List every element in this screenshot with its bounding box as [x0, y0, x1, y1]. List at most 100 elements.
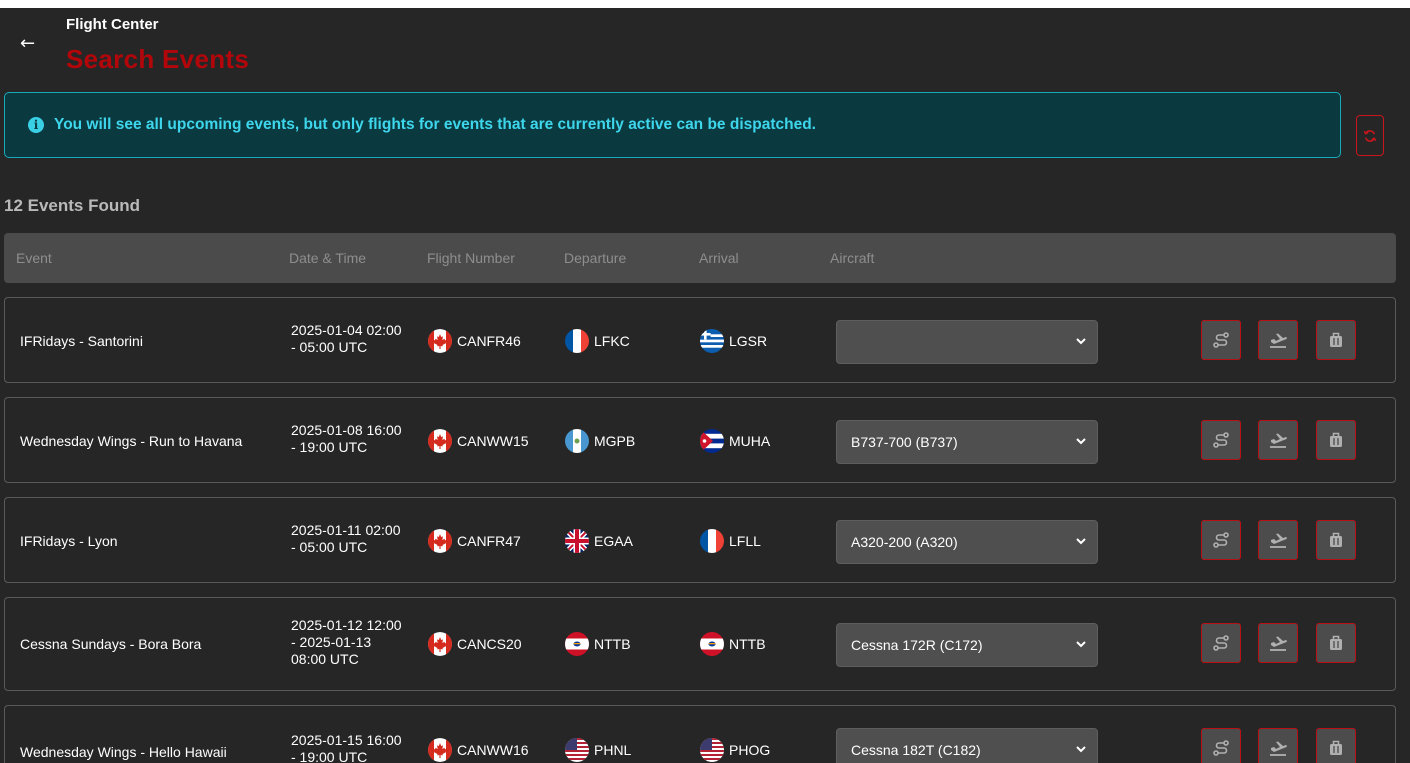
route-button[interactable] — [1201, 623, 1241, 663]
plane-departure-icon — [1269, 432, 1288, 448]
dispatch-button[interactable] — [1258, 728, 1298, 763]
event-name: IFRidays - Santorini — [20, 333, 143, 349]
arrival-code: PHOG — [729, 742, 771, 758]
table-row: Wednesday Wings - Hello Hawaii 2025-01-1… — [4, 705, 1396, 763]
luggage-button[interactable] — [1316, 320, 1356, 360]
united-states-flag-icon — [565, 738, 589, 762]
datetime-line: - 19:00 UTC — [291, 749, 368, 763]
luggage-icon — [1329, 635, 1343, 651]
flight-number: CANWW16 — [428, 738, 529, 762]
cuba-flag-icon — [700, 429, 724, 453]
info-alert: i You will see all upcoming events, but … — [4, 92, 1341, 158]
chevron-down-icon — [1076, 338, 1086, 345]
aircraft-selected-value: B737-700 (B737) — [851, 434, 958, 450]
departure: EGAA — [565, 529, 633, 553]
dispatch-button[interactable] — [1258, 520, 1298, 560]
luggage-icon — [1329, 332, 1343, 348]
luggage-icon — [1329, 532, 1343, 548]
datetime-line: 2025-01-08 16:00 — [291, 422, 402, 438]
datetime-line: 2025-01-15 16:00 — [291, 732, 402, 748]
departure-code: NTTB — [594, 636, 631, 652]
datetime-line: 08:00 UTC — [291, 651, 359, 667]
plane-departure-icon — [1269, 635, 1288, 651]
flight-number-text: CANWW15 — [457, 433, 529, 449]
flight-number: CANFR47 — [428, 529, 521, 553]
event-datetime: 2025-01-08 16:00 - 19:00 UTC — [291, 422, 423, 456]
dispatch-button[interactable] — [1258, 320, 1298, 360]
luggage-button[interactable] — [1316, 520, 1356, 560]
arrival-code: MUHA — [729, 433, 771, 449]
arrival-code: LGSR — [729, 333, 768, 349]
event-name: IFRidays - Lyon — [20, 533, 118, 549]
back-arrow-icon[interactable]: ← — [20, 35, 35, 53]
french-polynesia-flag-icon — [565, 632, 589, 656]
refresh-button[interactable] — [1356, 115, 1384, 156]
datetime-line: 2025-01-12 12:00 — [291, 617, 402, 633]
dispatch-button[interactable] — [1258, 420, 1298, 460]
datetime-line: - 05:00 UTC — [291, 339, 368, 355]
luggage-icon — [1329, 432, 1343, 448]
table-header: Event Date & Time Flight Number Departur… — [4, 233, 1396, 283]
aircraft-select[interactable]: Cessna 182T (C182) — [836, 728, 1098, 763]
route-button[interactable] — [1201, 520, 1241, 560]
plane-departure-icon — [1269, 532, 1288, 548]
departure-code: EGAA — [594, 533, 633, 549]
aircraft-select[interactable]: A320-200 (A320) — [836, 520, 1098, 564]
datetime-line: 2025-01-11 02:00 — [291, 522, 401, 538]
flight-number-text: CANFR47 — [457, 533, 521, 549]
top-bar — [0, 0, 1410, 8]
flight-number: CANFR46 — [428, 329, 521, 353]
event-datetime: 2025-01-15 16:00 - 19:00 UTC — [291, 732, 423, 763]
arrival: NTTB — [700, 632, 766, 656]
united-states-flag-icon — [700, 738, 724, 762]
column-header-aircraft: Aircraft — [830, 250, 875, 266]
flight-number-text: CANCS20 — [457, 636, 522, 652]
luggage-icon — [1329, 740, 1343, 756]
chevron-down-icon — [1076, 538, 1086, 545]
route-button[interactable] — [1201, 320, 1241, 360]
route-icon — [1213, 635, 1229, 651]
arrival: MUHA — [700, 429, 770, 453]
arrival-code: NTTB — [729, 636, 766, 652]
dispatch-button[interactable] — [1258, 623, 1298, 663]
luggage-button[interactable] — [1316, 623, 1356, 663]
event-datetime: 2025-01-04 02:00 - 05:00 UTC — [291, 322, 423, 356]
datetime-line: - 05:00 UTC — [291, 539, 368, 555]
departure-code: MGPB — [594, 433, 636, 449]
arrival: LGSR — [700, 329, 767, 353]
alert-text: You will see all upcoming events, but on… — [54, 116, 816, 133]
event-name: Wednesday Wings - Run to Havana — [20, 433, 243, 449]
aircraft-selected-value: Cessna 182T (C182) — [851, 742, 981, 758]
guatemala-flag-icon — [565, 429, 589, 453]
results-count: 12 Events Found — [4, 196, 141, 215]
event-datetime: 2025-01-12 12:00 - 2025-01-13 08:00 UTC — [291, 617, 423, 668]
canada-flag-icon — [428, 529, 452, 553]
luggage-button[interactable] — [1316, 728, 1356, 763]
route-button[interactable] — [1201, 728, 1241, 763]
arrival: LFLL — [700, 529, 761, 553]
column-header-event: Event — [16, 250, 52, 266]
luggage-button[interactable] — [1316, 420, 1356, 460]
datetime-line: - 2025-01-13 — [291, 634, 372, 650]
departure: LFKC — [565, 329, 630, 353]
route-icon — [1213, 332, 1229, 348]
canada-flag-icon — [428, 429, 452, 453]
route-icon — [1213, 740, 1229, 756]
aircraft-select[interactable] — [836, 320, 1098, 364]
french-polynesia-flag-icon — [700, 632, 724, 656]
column-header-arrival: Arrival — [699, 250, 739, 266]
aircraft-selected-value: A320-200 (A320) — [851, 534, 958, 550]
refresh-icon — [1363, 129, 1377, 142]
chevron-down-icon — [1076, 746, 1086, 753]
united-kingdom-flag-icon — [565, 529, 589, 553]
event-name: Cessna Sundays - Bora Bora — [20, 636, 202, 652]
departure-code: LFKC — [594, 333, 630, 349]
route-button[interactable] — [1201, 420, 1241, 460]
datetime-line: - 19:00 UTC — [291, 439, 368, 455]
aircraft-select[interactable]: Cessna 172R (C172) — [836, 623, 1098, 667]
table-row: IFRidays - Santorini 2025-01-04 02:00 - … — [4, 297, 1396, 383]
aircraft-select[interactable]: B737-700 (B737) — [836, 420, 1098, 464]
canada-flag-icon — [428, 329, 452, 353]
departure: MGPB — [565, 429, 635, 453]
route-icon — [1213, 432, 1229, 448]
